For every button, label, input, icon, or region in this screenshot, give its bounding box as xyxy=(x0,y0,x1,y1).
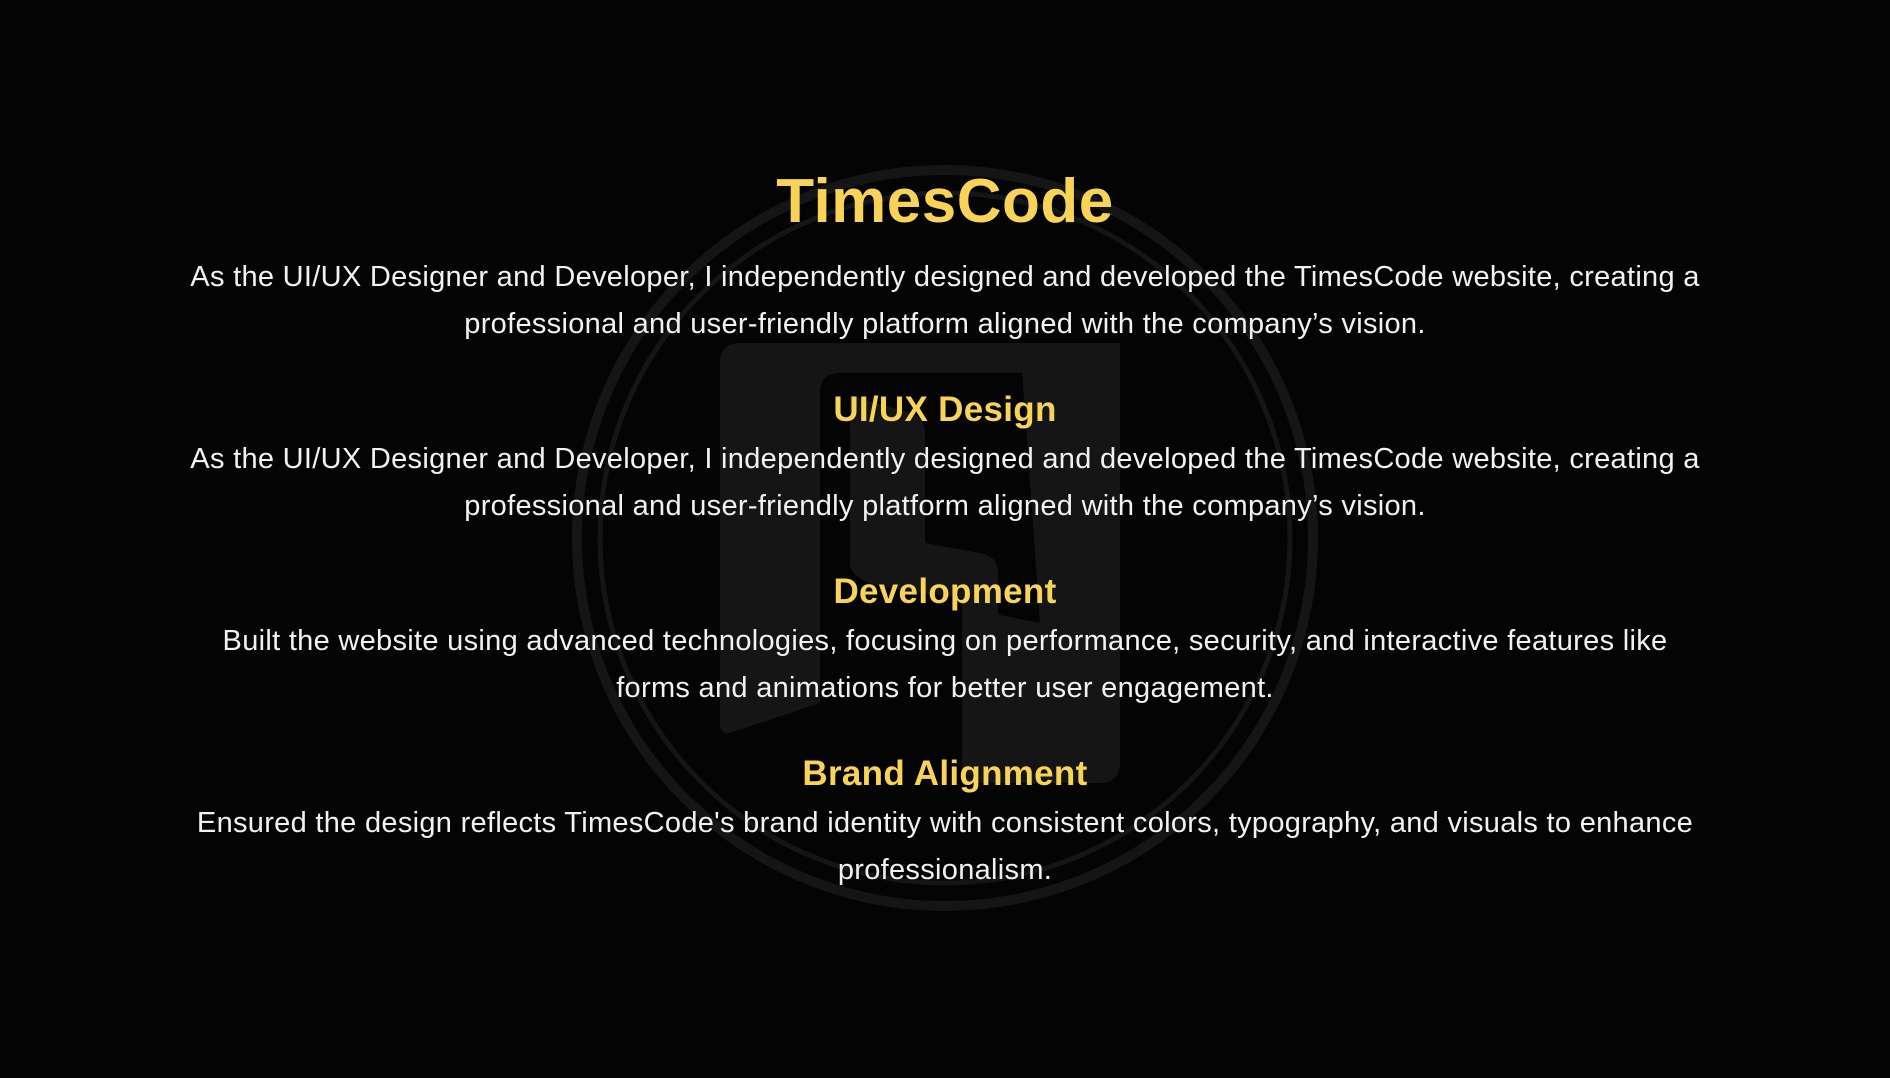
section-body: Built the website using advanced technol… xyxy=(222,625,1668,704)
page-title: TimesCode xyxy=(776,167,1114,236)
section-development: Development Built the website using adva… xyxy=(0,570,1890,712)
main-content: TimesCode As the UI/UX Designer and Deve… xyxy=(0,160,1890,894)
section-body: Ensured the design reflects TimesCode's … xyxy=(196,807,1694,886)
page: { "theme": { "background": "#040404", "a… xyxy=(0,0,1890,1078)
section-title: Brand Alignment xyxy=(802,754,1088,793)
intro-text: As the UI/UX Designer and Developer, I i… xyxy=(190,261,1700,340)
section-title: Development xyxy=(833,572,1057,611)
section-brand-alignment: Brand Alignment Ensured the design refle… xyxy=(0,752,1890,894)
section-title: UI/UX Design xyxy=(833,390,1057,429)
section-uiux-design: UI/UX Design As the UI/UX Designer and D… xyxy=(0,388,1890,530)
section-body: As the UI/UX Designer and Developer, I i… xyxy=(190,443,1700,522)
